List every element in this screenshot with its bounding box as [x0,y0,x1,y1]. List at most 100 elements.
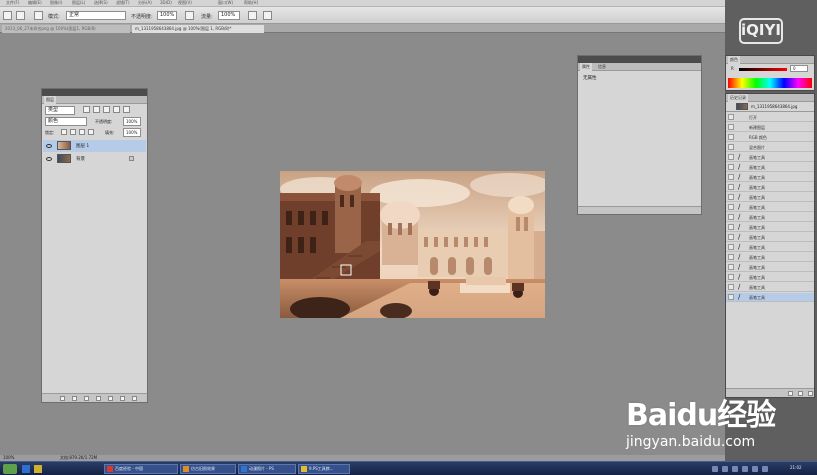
history-item[interactable]: ∕ 画笔工具 [726,183,814,192]
history-item[interactable]: ∕ 画笔工具 [726,163,814,172]
tray-icon[interactable] [722,466,728,472]
history-item[interactable]: ∕ 画笔工具 [726,273,814,282]
taskbar-button[interactable]: 9.PS工具教... [298,464,350,474]
history-checkbox[interactable] [728,284,734,290]
history-item[interactable]: ∕ 画笔工具 [726,263,814,272]
history-checkbox[interactable] [728,134,734,140]
history-checkbox[interactable] [728,274,734,280]
menu-image[interactable]: 图像(I) [50,0,62,6]
start-button[interactable] [3,464,17,474]
pressure-opacity-icon[interactable] [185,11,194,20]
menu-layer[interactable]: 图层(L) [72,0,85,6]
tab-document-1[interactable]: 2013_06_27未命名png @ 100%(图层1, RGB/8) [2,25,130,33]
visibility-eye-icon[interactable] [46,157,52,161]
pressure-size-icon[interactable] [263,11,272,20]
layer-name[interactable]: 图层 1 [76,143,89,149]
history-item[interactable]: ∕ 画笔工具 [726,283,814,292]
history-checkbox[interactable] [728,214,734,220]
history-item[interactable]: ∕ 画笔工具 [726,173,814,182]
airbrush-icon[interactable] [248,11,257,20]
history-checkbox[interactable] [728,244,734,250]
layer-kind-select[interactable]: 类型 [45,106,75,115]
visibility-eye-icon[interactable] [46,144,52,148]
history-item[interactable]: ∕ 画笔工具 [726,293,814,302]
menu-3d[interactable]: 3D(D) [160,0,172,5]
color-spectrum[interactable] [728,78,812,88]
history-item[interactable]: ∕ 画笔工具 [726,223,814,232]
blend-mode-select[interactable]: 颜色 [45,117,87,126]
quicklaunch-icon[interactable] [22,465,30,473]
history-checkbox[interactable] [728,234,734,240]
history-item[interactable]: ∕ 画笔工具 [726,153,814,162]
smart-filter-icon[interactable] [123,106,130,113]
taskbar-button[interactable]: 动漫照片 - PS [238,464,296,474]
menu-help[interactable]: 帮助(H) [244,0,258,6]
lock-pixels-icon[interactable] [70,129,76,135]
history-item[interactable]: 混合图片 [726,143,814,152]
history-checkbox[interactable] [728,294,734,300]
tab-color[interactable]: 颜色 [728,56,740,64]
history-checkbox[interactable] [728,114,734,120]
history-item[interactable]: ∕ 画笔工具 [726,253,814,262]
opacity-input[interactable]: 100% [157,11,177,20]
menu-filter[interactable]: 滤镜(T) [116,0,130,6]
tray-icon[interactable] [752,466,758,472]
history-item[interactable]: ∕ 画笔工具 [726,203,814,212]
brush-panel-icon[interactable] [34,11,43,20]
history-checkbox[interactable] [728,154,734,160]
brush-preset-icon[interactable] [3,11,12,20]
layer-name[interactable]: 背景 [76,156,85,162]
layer-row-1[interactable]: 图层 1 [43,140,146,152]
adjust-filter-icon[interactable] [93,106,100,113]
tray-icon[interactable] [732,466,738,472]
menu-window[interactable]: 窗口(W) [218,0,233,6]
history-checkbox[interactable] [728,124,734,130]
menu-file[interactable]: 文件(F) [6,0,19,6]
properties-panel-header[interactable] [578,56,701,63]
menu-analysis[interactable]: 分析(A) [138,0,152,6]
layer-fill-input[interactable]: 100% [123,128,141,137]
brush-size-icon[interactable] [16,11,25,20]
layer-mask-icon[interactable] [84,396,89,401]
history-item[interactable]: 新建图层 [726,123,814,132]
adjustment-layer-icon[interactable] [96,396,101,401]
lock-position-icon[interactable] [79,129,85,135]
taskbar-button[interactable]: 仿古旧照效果 [180,464,236,474]
r-slider[interactable] [739,68,787,71]
canvas-image[interactable] [280,171,545,318]
layer-row-2[interactable]: 背景 [43,153,146,165]
history-checkbox[interactable] [728,204,734,210]
history-item[interactable]: RGB 颜色 [726,133,814,142]
history-checkbox[interactable] [728,224,734,230]
flow-input[interactable]: 100% [218,11,240,20]
tab-layers[interactable]: 图层 [44,96,56,104]
lock-transparent-icon[interactable] [61,129,67,135]
new-group-icon[interactable] [108,396,113,401]
history-checkbox[interactable] [728,184,734,190]
history-checkbox[interactable] [728,164,734,170]
history-item[interactable]: ∕ 画笔工具 [726,213,814,222]
history-checkbox[interactable] [728,194,734,200]
tab-document-2[interactable]: m_1311958643864.jpg @ 100%(图层 1, RGB/8)* [132,25,264,33]
history-item[interactable]: ∕ 画笔工具 [726,243,814,252]
tab-history[interactable]: 历史记录 [728,94,748,102]
quicklaunch-icon[interactable] [34,465,42,473]
lock-all-icon[interactable] [88,129,94,135]
type-filter-icon[interactable] [103,106,110,113]
trash-icon[interactable] [132,396,137,401]
menu-select[interactable]: 选择(S) [94,0,108,6]
history-checkbox[interactable] [728,144,734,150]
layer-style-icon[interactable] [72,396,77,401]
history-checkbox[interactable] [728,174,734,180]
layer-opacity-input[interactable]: 100% [123,117,141,126]
tray-icon[interactable] [762,466,768,472]
tab-properties[interactable]: 属性 [580,63,592,71]
history-checkbox[interactable] [728,264,734,270]
history-checkbox[interactable] [728,254,734,260]
history-item[interactable]: 打开 [726,113,814,122]
tab-info[interactable]: 信息 [596,63,608,71]
tray-icon[interactable] [742,466,748,472]
menu-edit[interactable]: 编辑(E) [28,0,42,6]
history-item[interactable]: ∕ 画笔工具 [726,233,814,242]
mode-select[interactable]: 正常 [66,11,126,20]
